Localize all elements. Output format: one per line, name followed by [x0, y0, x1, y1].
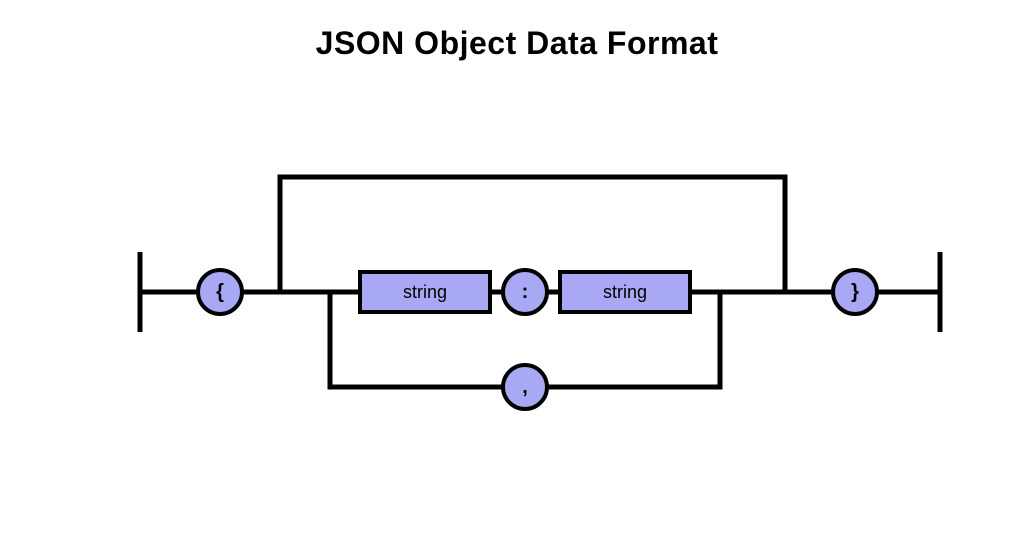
value-label: string: [603, 282, 647, 302]
diagram-title: JSON Object Data Format: [0, 25, 1034, 62]
colon-label: :: [522, 281, 529, 303]
open-brace-label: {: [216, 281, 224, 303]
key-label: string: [403, 282, 447, 302]
railroad-diagram: { } string : string ,: [0, 62, 1034, 482]
close-brace-label: }: [851, 281, 859, 303]
comma-label: ,: [522, 376, 528, 398]
